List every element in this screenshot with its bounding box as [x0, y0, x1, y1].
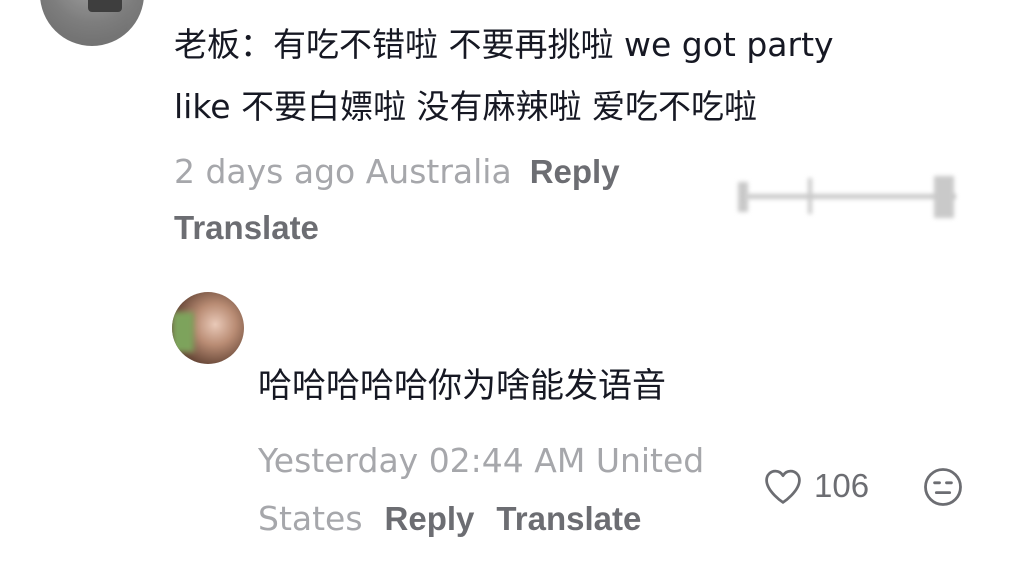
comment-meta: 2 days ago Australia Reply: [174, 148, 620, 196]
comment-timestamp: 2 days ago Australia: [174, 152, 512, 191]
blurred-like-area: [738, 168, 960, 218]
reply-meta-line-2: States Reply Translate: [258, 490, 718, 548]
comment-reply-button[interactable]: Reply: [530, 153, 620, 190]
like-button[interactable]: 106: [762, 460, 869, 512]
meh-face-icon[interactable]: [922, 466, 964, 508]
commenter-avatar[interactable]: [40, 0, 144, 46]
reply-timestamp-line-2: States: [258, 499, 363, 538]
comment-text-line-2: like 不要白嫖啦 没有麻辣啦 爱吃不吃啦: [174, 87, 758, 126]
comment-text-line-1: 老板：有吃不错啦 不要再挑啦 we got party: [174, 25, 834, 64]
heart-outline-icon[interactable]: [762, 467, 804, 505]
reply-reply-button[interactable]: Reply: [385, 500, 475, 537]
comment-translate-button[interactable]: Translate: [174, 204, 319, 252]
like-count: 106: [814, 467, 870, 504]
comment-text: 老板：有吃不错啦 不要再挑啦 we got party like 不要白嫖啦 没…: [174, 14, 964, 138]
reply-text: 哈哈哈哈哈你为啥能发语音: [258, 366, 666, 406]
replier-avatar[interactable]: [172, 292, 244, 364]
reply-translate-button[interactable]: Translate: [496, 500, 641, 537]
reply-meta: Yesterday 02:44 AM United States Reply Tra…: [258, 432, 718, 548]
reply-timestamp-line-1: Yesterday 02:44 AM United: [258, 441, 705, 480]
